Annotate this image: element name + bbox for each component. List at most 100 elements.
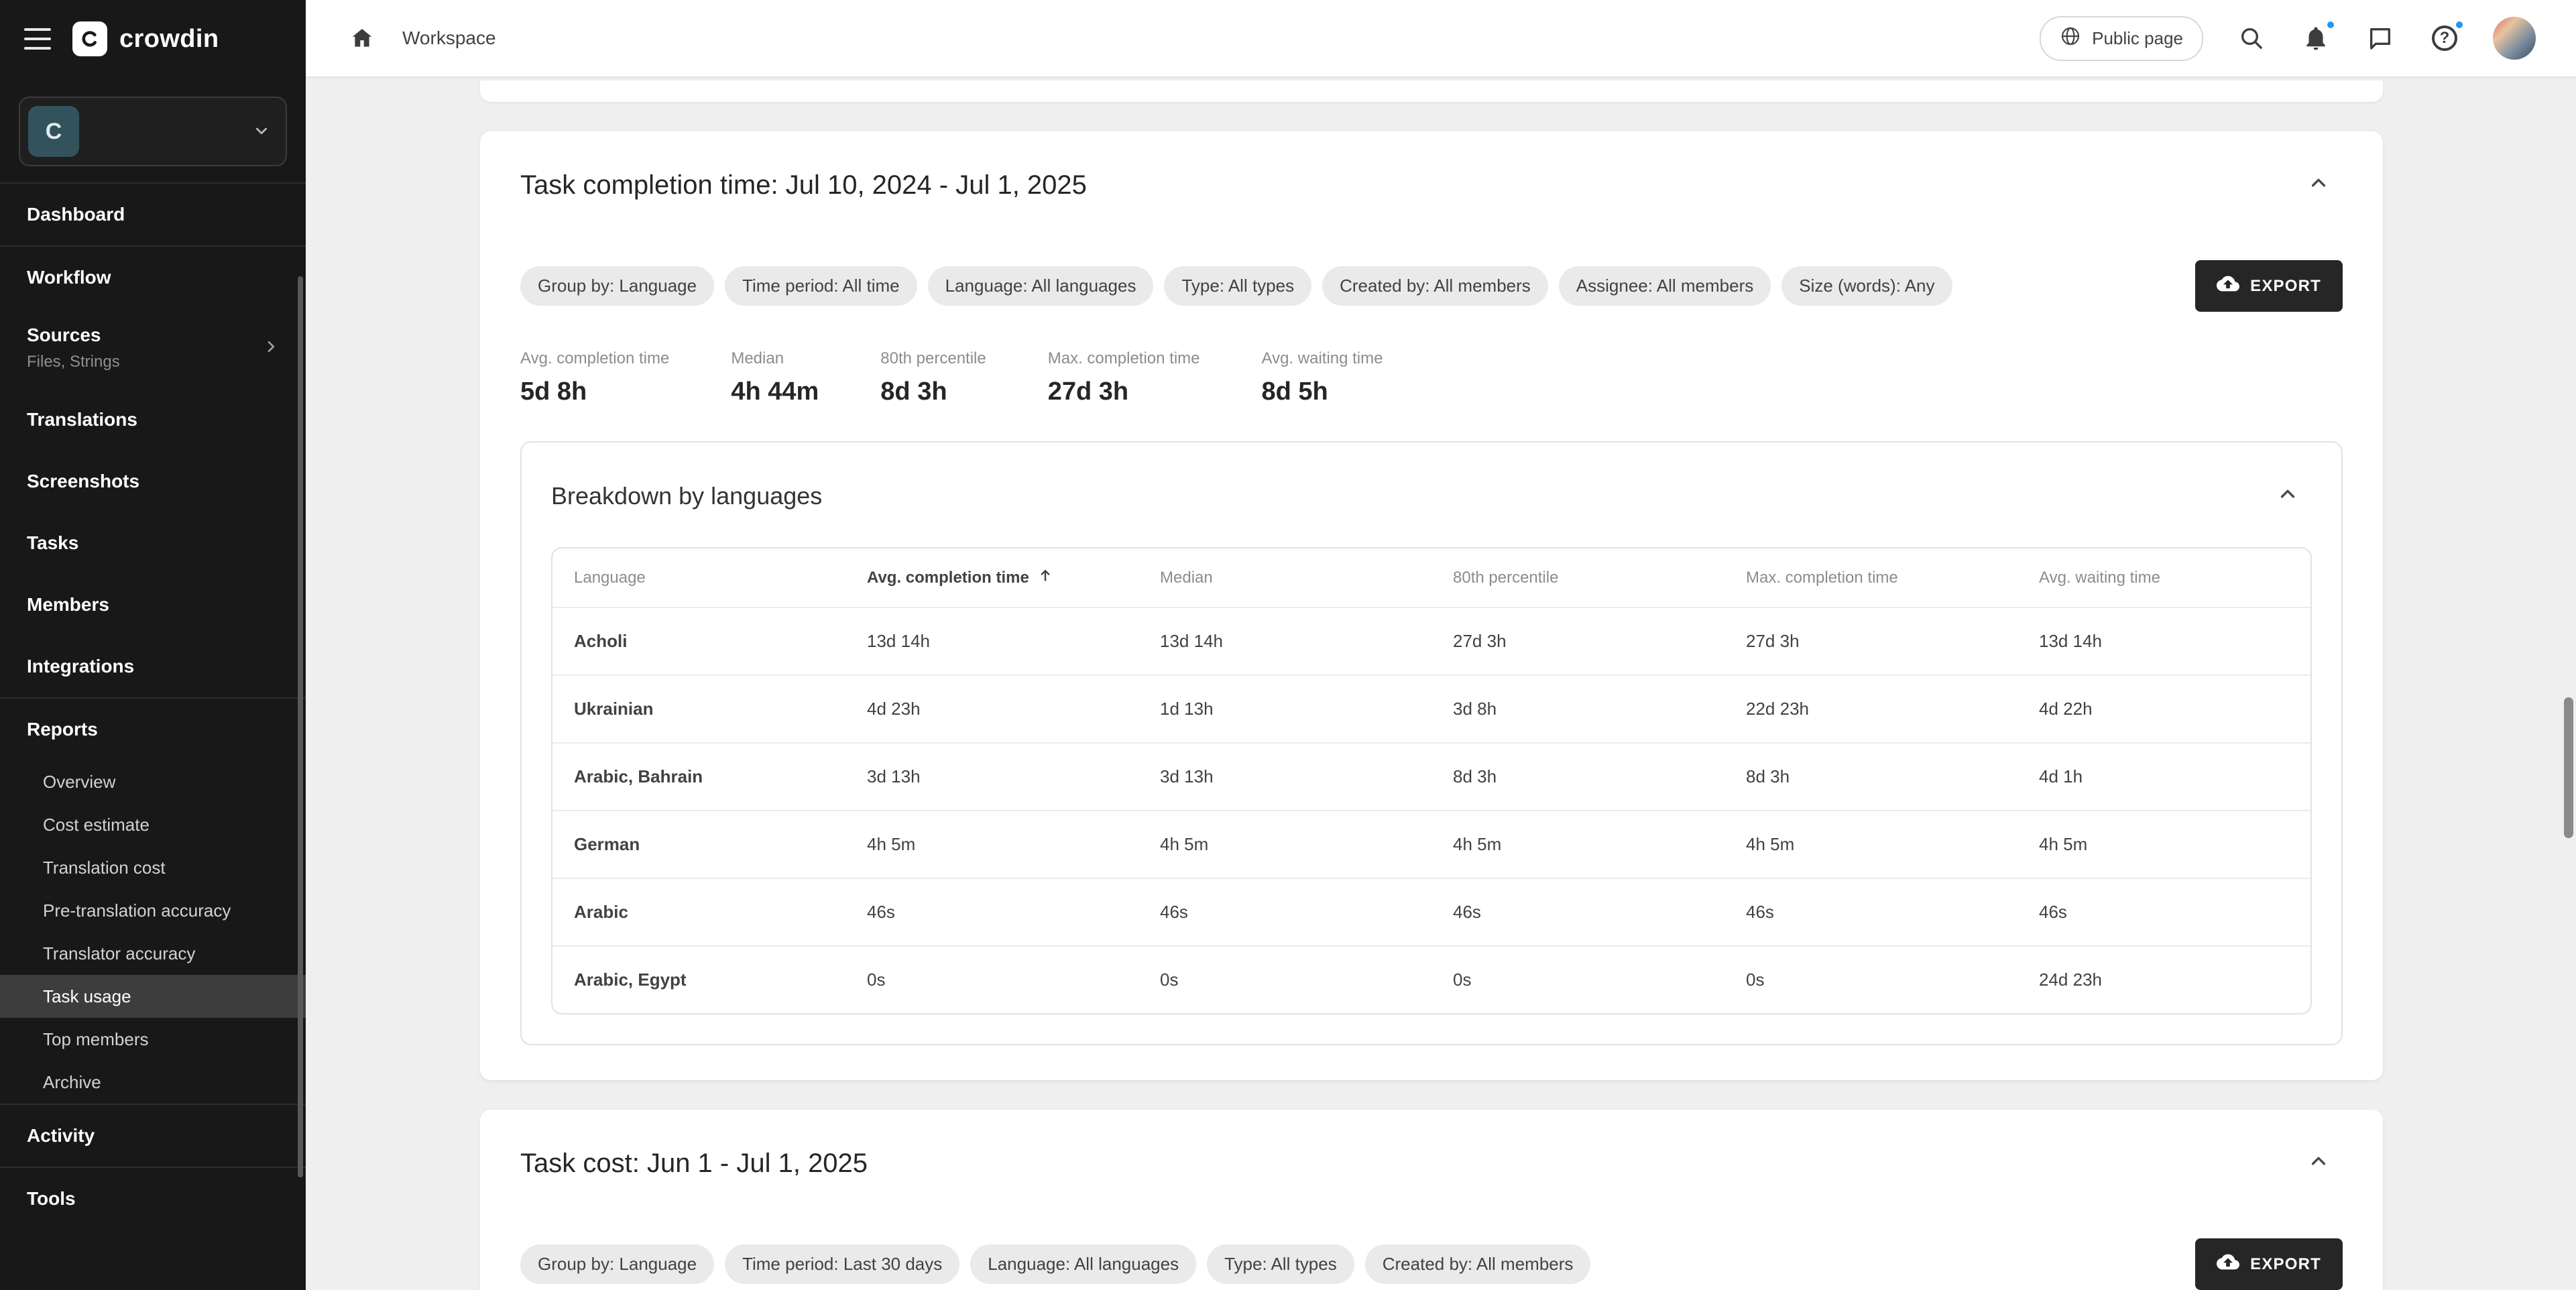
table-row: Arabic 46s 46s 46s 46s 46s bbox=[552, 878, 2310, 946]
sidebar-item-pre-translation-accuracy[interactable]: Pre-translation accuracy bbox=[0, 889, 306, 932]
table-row: German 4h 5m 4h 5m 4h 5m 4h 5m 4h 5m bbox=[552, 811, 2310, 878]
breakdown-panel: Breakdown by languages Language bbox=[520, 441, 2343, 1045]
user-avatar[interactable] bbox=[2493, 17, 2536, 60]
task-cost-card: Task cost: Jun 1 - Jul 1, 2025 Group by:… bbox=[480, 1110, 2383, 1290]
sidebar-item-members[interactable]: Members bbox=[0, 574, 306, 636]
sidebar-item-reports[interactable]: Reports bbox=[0, 699, 306, 760]
previous-card-bottom-edge bbox=[480, 80, 2383, 102]
reports-subnav: Overview Cost estimate Translation cost … bbox=[0, 760, 306, 1104]
column-header-median[interactable]: Median bbox=[1138, 548, 1431, 607]
sources-sublabel: Files, Strings bbox=[27, 351, 120, 373]
task-cost-title: Task cost: Jun 1 - Jul 1, 2025 bbox=[520, 1146, 868, 1181]
sidebar-item-overview[interactable]: Overview bbox=[0, 760, 306, 803]
main-column: Workspace Public page bbox=[306, 0, 2576, 1290]
filter-chip-group-by[interactable]: Group by: Language bbox=[520, 266, 714, 306]
column-header-avg-completion-time[interactable]: Avg. completion time bbox=[845, 548, 1138, 607]
filter-chips: Group by: Language Time period: Last 30 … bbox=[520, 1244, 1590, 1284]
export-button[interactable]: EXPORT bbox=[2195, 260, 2343, 312]
filter-chip-type[interactable]: Type: All types bbox=[1207, 1244, 1354, 1284]
sidebar-item-tools[interactable]: Tools bbox=[0, 1168, 306, 1230]
chevron-right-icon bbox=[263, 338, 279, 359]
table-row: Arabic, Egypt 0s 0s 0s 0s 24d 23h bbox=[552, 946, 2310, 1013]
sidebar-item-archive[interactable]: Archive bbox=[0, 1061, 306, 1104]
chevron-up-icon bbox=[2308, 173, 2329, 198]
task-cost-collapse-button[interactable] bbox=[2294, 1139, 2343, 1187]
stat-max-completion-time: Max. completion time 27d 3h bbox=[1048, 349, 1200, 406]
home-icon[interactable] bbox=[346, 22, 378, 54]
page-scrollbar[interactable] bbox=[2564, 697, 2573, 838]
search-icon[interactable] bbox=[2235, 22, 2268, 54]
sidebar-item-tasks[interactable]: Tasks bbox=[0, 512, 306, 574]
column-header-language[interactable]: Language bbox=[552, 548, 845, 607]
filter-chip-type[interactable]: Type: All types bbox=[1164, 266, 1311, 306]
main-content: Task completion time: Jul 10, 2024 - Jul… bbox=[306, 78, 2576, 1290]
stats-row: Avg. completion time 5d 8h Median 4h 44m… bbox=[520, 349, 2343, 406]
topbar-actions: Public page ? bbox=[2040, 16, 2536, 61]
chevron-up-icon bbox=[2278, 484, 2298, 509]
sidebar-item-screenshots[interactable]: Screenshots bbox=[0, 451, 306, 512]
column-header-80th-percentile[interactable]: 80th percentile bbox=[1431, 548, 1724, 607]
table-row: Ukrainian 4d 23h 1d 13h 3d 8h 22d 23h 4d… bbox=[552, 675, 2310, 743]
filter-chip-created-by[interactable]: Created by: All members bbox=[1365, 1244, 1591, 1284]
notification-dot bbox=[2325, 19, 2336, 30]
filter-chip-assignee[interactable]: Assignee: All members bbox=[1559, 266, 1771, 306]
stat-median: Median 4h 44m bbox=[731, 349, 819, 406]
task-completion-title: Task completion time: Jul 10, 2024 - Jul… bbox=[520, 168, 1087, 202]
table-row: Arabic, Bahrain 3d 13h 3d 13h 8d 3h 8d 3… bbox=[552, 743, 2310, 811]
stat-avg-waiting-time: Avg. waiting time 8d 5h bbox=[1262, 349, 1383, 406]
breakdown-table-wrap: Language Avg. completion time bbox=[551, 547, 2312, 1014]
cloud-upload-icon bbox=[2217, 272, 2239, 300]
filter-row: Group by: Language Time period: Last 30 … bbox=[520, 1238, 2343, 1290]
sidebar-item-activity[interactable]: Activity bbox=[0, 1105, 306, 1167]
hamburger-menu-icon[interactable] bbox=[19, 23, 56, 55]
sidebar-item-dashboard[interactable]: Dashboard bbox=[0, 184, 306, 245]
sidebar-item-task-usage[interactable]: Task usage bbox=[0, 975, 306, 1018]
filter-chip-created-by[interactable]: Created by: All members bbox=[1322, 266, 1548, 306]
help-notification-dot bbox=[2454, 19, 2465, 30]
globe-icon bbox=[2060, 25, 2081, 52]
public-page-button[interactable]: Public page bbox=[2040, 16, 2203, 61]
breadcrumb-workspace[interactable]: Workspace bbox=[402, 27, 496, 49]
table-row: Acholi 13d 14h 13d 14h 27d 3h 27d 3h 13d… bbox=[552, 607, 2310, 675]
sidebar-item-sources[interactable]: Sources Files, Strings bbox=[0, 308, 306, 389]
sidebar-nav: Dashboard Workflow Sources Files, String… bbox=[0, 182, 306, 1290]
sidebar-scrollbar[interactable] bbox=[298, 276, 303, 1177]
table-header-row: Language Avg. completion time bbox=[552, 548, 2310, 607]
filter-chip-language[interactable]: Language: All languages bbox=[970, 1244, 1196, 1284]
messages-icon[interactable] bbox=[2364, 22, 2396, 54]
sidebar-item-translations[interactable]: Translations bbox=[0, 389, 306, 451]
sidebar-item-translation-cost[interactable]: Translation cost bbox=[0, 846, 306, 889]
chevron-up-icon bbox=[2308, 1151, 2329, 1176]
task-completion-collapse-button[interactable] bbox=[2294, 161, 2343, 209]
breakdown-collapse-button[interactable] bbox=[2264, 472, 2312, 520]
export-button[interactable]: EXPORT bbox=[2195, 1238, 2343, 1290]
sidebar-item-cost-estimate[interactable]: Cost estimate bbox=[0, 803, 306, 846]
crowdin-logo-icon bbox=[72, 21, 107, 56]
stat-avg-completion-time: Avg. completion time 5d 8h bbox=[520, 349, 669, 406]
breakdown-title: Breakdown by languages bbox=[551, 482, 822, 510]
app-root: crowdin C Dashboard Workflow Sources Fil… bbox=[0, 0, 2576, 1290]
topbar: Workspace Public page bbox=[306, 0, 2576, 78]
org-switcher[interactable]: C bbox=[19, 97, 287, 166]
sidebar-item-integrations[interactable]: Integrations bbox=[0, 636, 306, 697]
logo-text: crowdin bbox=[119, 25, 219, 54]
column-header-avg-waiting-time[interactable]: Avg. waiting time bbox=[2017, 548, 2310, 607]
column-header-max-completion-time[interactable]: Max. completion time bbox=[1724, 548, 2017, 607]
filter-chip-language[interactable]: Language: All languages bbox=[928, 266, 1154, 306]
sort-arrow-up-icon bbox=[1037, 567, 1053, 588]
help-icon[interactable]: ? bbox=[2428, 22, 2461, 54]
sidebar-header: crowdin bbox=[0, 0, 306, 78]
filter-chip-group-by[interactable]: Group by: Language bbox=[520, 1244, 714, 1284]
filter-row: Group by: Language Time period: All time… bbox=[520, 260, 2343, 312]
sidebar-item-translator-accuracy[interactable]: Translator accuracy bbox=[0, 932, 306, 975]
sidebar: crowdin C Dashboard Workflow Sources Fil… bbox=[0, 0, 306, 1290]
org-avatar: C bbox=[28, 106, 79, 157]
notifications-bell-icon[interactable] bbox=[2300, 22, 2332, 54]
filter-chip-size-words[interactable]: Size (words): Any bbox=[1781, 266, 1952, 306]
filter-chip-time-period[interactable]: Time period: All time bbox=[725, 266, 917, 306]
sidebar-item-top-members[interactable]: Top members bbox=[0, 1018, 306, 1061]
sidebar-item-workflow[interactable]: Workflow bbox=[0, 247, 306, 308]
filter-chip-time-period[interactable]: Time period: Last 30 days bbox=[725, 1244, 959, 1284]
cloud-upload-icon bbox=[2217, 1250, 2239, 1278]
crowdin-logo[interactable]: crowdin bbox=[72, 21, 219, 56]
